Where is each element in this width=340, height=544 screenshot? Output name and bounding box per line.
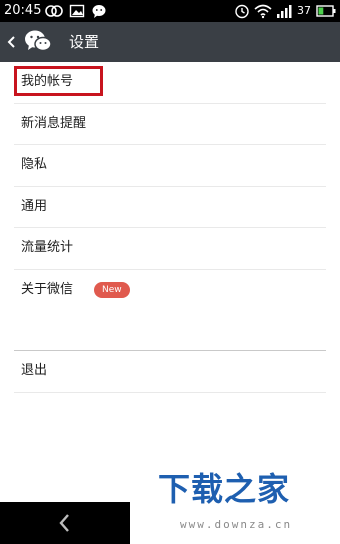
settings-item-new-message-alerts[interactable]: 新消息提醒 [14,104,326,145]
nav-back-icon[interactable] [56,512,74,534]
settings-item-label: 通用 [21,198,48,214]
wechat-icon [92,5,106,18]
settings-item-privacy[interactable]: 隐私 [14,145,326,187]
settings-item-general[interactable]: 通用 [14,187,326,228]
battery-icon [316,5,336,17]
watermark-url: www.downza.cn [180,518,293,531]
back-arrow-icon[interactable] [4,30,18,54]
settings-item-label: 新消息提醒 [21,115,87,131]
settings-list: 我的帐号 新消息提醒 隐私 通用 流量统计 关于微信 New 退出 [0,62,340,393]
wechat-logo-icon [25,30,52,52]
wifi-icon [254,4,272,19]
settings-item-data-usage[interactable]: 流量统计 [14,228,326,270]
action-bar: 设置 [0,22,340,62]
status-bar: 20:45 37 [0,0,340,22]
image-icon [69,4,85,18]
page-title: 设置 [69,33,100,51]
settings-item-my-account[interactable]: 我的帐号 [14,62,326,104]
settings-item-label: 我的帐号 [21,74,74,89]
logout-label: 退出 [21,363,48,378]
signal-icon [277,5,292,18]
settings-item-about[interactable]: 关于微信 New [14,270,326,311]
watermark: 下载之家 www.downza.cn [158,470,328,540]
nav-bar [0,502,130,544]
logout-button[interactable]: 退出 [14,350,326,393]
circles-icon [45,5,63,17]
watermark-logo: 下载之家 [158,470,291,508]
alarm-icon [235,4,249,19]
settings-item-label: 流量统计 [21,240,74,255]
status-time: 20:45 [4,3,42,18]
new-badge: New [94,281,130,298]
settings-item-label: 隐私 [21,157,48,172]
battery-percent: 37 [297,4,311,17]
settings-item-label: 关于微信 [21,281,74,297]
